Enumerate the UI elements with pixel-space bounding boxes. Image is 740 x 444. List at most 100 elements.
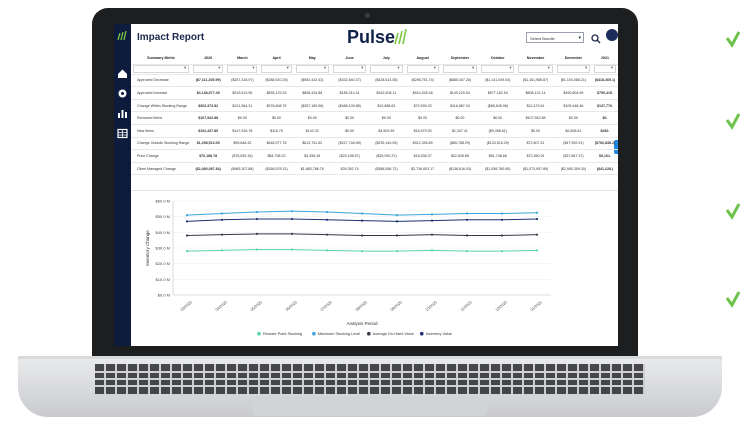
data-point xyxy=(395,214,399,217)
column-header[interactable]: May xyxy=(293,52,331,65)
filter-icon[interactable]: ▼ xyxy=(183,65,187,70)
filter-icon[interactable]: ▼ xyxy=(547,65,551,70)
column-filter[interactable]: ▼ xyxy=(225,64,260,75)
column-filter[interactable]: ▼ xyxy=(330,64,369,75)
table-cell: ($2,480,087.84) xyxy=(191,162,226,176)
filter-icon[interactable]: ▼ xyxy=(610,65,614,70)
column-filter[interactable]: ▼ xyxy=(440,64,480,75)
table-cell: $61,748.68 xyxy=(479,149,517,163)
table-cell: ($357,189.98) xyxy=(293,99,331,113)
filter-icon[interactable]: ▼ xyxy=(584,65,588,70)
data-point xyxy=(255,210,259,214)
table-cell: $0.00 xyxy=(554,111,593,125)
filter-input[interactable]: ▼ xyxy=(594,65,616,74)
table-row[interactable]: Price Change $70,188.78 ($76,835.16) $84,79… xyxy=(131,149,618,163)
table-cell: $514,328.48 xyxy=(404,86,441,100)
filter-input[interactable]: ▼ xyxy=(295,65,329,74)
table-cell: $143.32 xyxy=(293,124,331,138)
column-header[interactable]: 2020 xyxy=(191,52,226,65)
filter-input[interactable]: ▼ xyxy=(370,65,403,74)
filter-icon[interactable]: ▼ xyxy=(508,65,512,70)
table-cell: $835,129.33 xyxy=(259,86,294,100)
column-header[interactable]: April xyxy=(259,52,294,65)
column-filter[interactable]: ▼ xyxy=(191,64,226,75)
column-filter[interactable]: ▼ xyxy=(404,64,441,75)
table-cell: $0.00 xyxy=(330,124,369,138)
filter-input[interactable]: ▼ xyxy=(556,65,591,74)
column-header[interactable]: Summary Metric xyxy=(131,52,192,65)
table-row[interactable]: Approved Increase $4,138,577.49 $219,613.5… xyxy=(131,86,618,100)
settings-icon[interactable] xyxy=(117,88,128,99)
column-header[interactable]: September xyxy=(440,52,480,65)
x-tick-label: 01/2021 xyxy=(530,300,543,312)
column-header[interactable]: October xyxy=(479,52,517,65)
column-header[interactable]: November xyxy=(516,52,555,65)
table-cell: $613,751.62 xyxy=(293,137,331,151)
table-cell: ($26,930.37) xyxy=(368,149,405,163)
table-cell: ($1,141,049.04) xyxy=(479,74,517,88)
column-header[interactable]: December xyxy=(554,52,593,65)
filter-input[interactable]: ▼ xyxy=(481,65,515,74)
filter-icon[interactable]: ▼ xyxy=(252,65,256,70)
column-filter[interactable]: ▼ xyxy=(554,64,593,75)
data-point xyxy=(220,233,224,236)
data-point xyxy=(535,249,539,252)
bundle-select[interactable]: Select Bundle ▾ xyxy=(526,32,584,43)
row-label: Removed Items xyxy=(131,111,192,125)
data-point xyxy=(325,249,329,252)
filter-input[interactable]: ▼ xyxy=(332,65,367,74)
filter-input[interactable]: ▼ xyxy=(193,65,224,74)
table-icon[interactable] xyxy=(117,128,128,139)
column-filter[interactable]: ▼ xyxy=(516,64,555,75)
user-avatar[interactable] xyxy=(606,29,618,41)
table-row[interactable]: Change Within Stocking Range $303,373.82 $… xyxy=(131,99,618,113)
filter-icon[interactable]: ▼ xyxy=(471,65,475,70)
table-cell: ($29,198.57) xyxy=(330,149,369,163)
filter-icon[interactable]: ▼ xyxy=(217,65,221,70)
table-cell: $0.00 xyxy=(330,111,369,125)
search-icon[interactable] xyxy=(591,31,601,44)
filter-input[interactable]: ▼ xyxy=(133,65,190,74)
logo-icon[interactable] xyxy=(117,30,128,41)
column-filter[interactable]: ▼ xyxy=(259,64,294,75)
filter-input[interactable]: ▼ xyxy=(406,65,439,74)
table-cell: ($488,109.88) xyxy=(330,99,369,113)
data-point xyxy=(535,233,539,236)
column-header[interactable]: 2021 xyxy=(592,52,618,65)
column-header[interactable]: August xyxy=(404,52,441,65)
column-filter[interactable]: ▼ xyxy=(592,64,618,75)
x-tick-label: 11/2020 xyxy=(460,300,473,312)
table-row[interactable]: Client Managed Change ($2,480,087.84) ($96… xyxy=(131,162,618,176)
legend-marker xyxy=(257,331,261,336)
column-filter[interactable]: ▼ xyxy=(368,64,405,75)
filter-input[interactable]: ▼ xyxy=(261,65,292,74)
filter-icon[interactable]: ▼ xyxy=(397,65,401,70)
column-header[interactable]: March xyxy=(225,52,260,65)
table-cell: $303,373.82 xyxy=(191,99,226,113)
table-row[interactable]: Approved Decrease ($7,111,205.99) ($257,31… xyxy=(131,74,618,88)
filter-icon[interactable]: ▼ xyxy=(286,65,290,70)
table-row[interactable]: Removed Items $107,942.88 $0.00 $0.00 $0.00 $… xyxy=(131,111,618,125)
table-cell: $282. xyxy=(592,124,618,138)
filter-icon[interactable]: ▼ xyxy=(433,65,437,70)
table-cell: $808,434.88 xyxy=(293,86,331,100)
column-filter[interactable]: ▼ xyxy=(479,64,517,75)
column-filter[interactable]: ▼ xyxy=(131,64,192,75)
table-cell: $0.00 xyxy=(368,111,405,125)
column-header[interactable]: June xyxy=(330,52,369,65)
table-row[interactable]: New Items $102,437.85 $147,916.78 $116.75 $1… xyxy=(131,124,618,138)
x-axis-title: Analysis Period xyxy=(346,321,378,326)
home-icon[interactable] xyxy=(117,68,128,79)
filter-input[interactable]: ▼ xyxy=(518,65,553,74)
page-title: Impact Report xyxy=(137,32,205,43)
filter-icon[interactable]: ▼ xyxy=(360,65,364,70)
data-point xyxy=(290,232,294,235)
table-row[interactable]: Change Outside Stocking Range $1,298,513.… xyxy=(131,137,618,151)
y-tick-label: $50.0 M xyxy=(156,214,170,219)
filter-input[interactable]: ▼ xyxy=(442,65,478,74)
filter-input[interactable]: ▼ xyxy=(227,65,258,74)
column-filter[interactable]: ▼ xyxy=(293,64,331,75)
filter-icon[interactable]: ▼ xyxy=(323,65,327,70)
chart-icon[interactable] xyxy=(117,108,128,119)
column-header[interactable]: July xyxy=(368,52,405,65)
